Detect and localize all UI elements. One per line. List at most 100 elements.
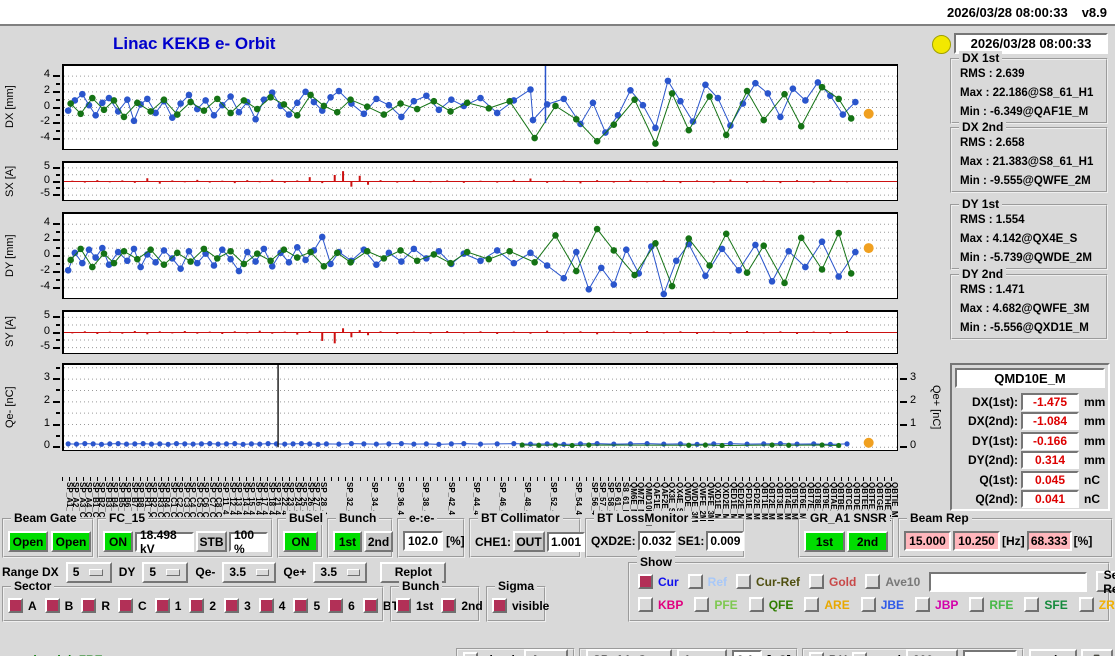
checkbox-indicator[interactable]	[441, 598, 456, 613]
fc15-kv-value: 18.498 kV	[135, 532, 194, 552]
conti-checkbox[interactable]: conti	[852, 652, 901, 656]
checkbox-JBP[interactable]: JBP	[915, 597, 958, 612]
checkbox-QFE[interactable]: QFE	[749, 597, 794, 612]
checkbox-visible[interactable]: visible	[492, 598, 549, 613]
checkbox-SFE[interactable]: SFE	[1024, 597, 1067, 612]
bunch-1st-button[interactable]: 1st	[333, 531, 362, 552]
checkbox-indicator[interactable]	[852, 652, 867, 656]
checkbox-indicator[interactable]	[1024, 597, 1039, 612]
group-title: Bunch	[336, 511, 379, 525]
checkbox-4[interactable]: 4	[259, 598, 286, 613]
monitor-value: 0.314	[1021, 451, 1079, 469]
range-qep-select[interactable]: 3.5	[313, 562, 367, 583]
checkbox-indicator[interactable]	[224, 598, 239, 613]
snsr-1st-button[interactable]: 1st	[804, 531, 845, 552]
sector-a-select[interactable]: A	[524, 649, 568, 656]
checkbox-JBE[interactable]: JBE	[861, 597, 904, 612]
min-value: -9.555@QWFE_2M	[990, 175, 1091, 187]
ref-name-input[interactable]	[929, 572, 1087, 592]
chg-th-checkbox[interactable]: chg th	[463, 652, 519, 656]
checkbox-KBP[interactable]: KBP	[638, 597, 683, 612]
checkbox-indicator[interactable]	[861, 597, 876, 612]
checkbox-1st[interactable]: 1st	[396, 598, 433, 613]
checkbox-indicator[interactable]	[809, 652, 824, 656]
checkbox-2[interactable]: 2	[189, 598, 216, 613]
checkbox-3[interactable]: 3	[224, 598, 251, 613]
checkbox-indicator[interactable]	[463, 652, 478, 656]
checkbox-Gold[interactable]: Gold	[809, 574, 856, 589]
bunch-1st-select[interactable]: 1st	[677, 649, 727, 656]
checkbox-indicator[interactable]	[694, 597, 709, 612]
checkbox-indicator[interactable]	[259, 598, 274, 613]
range-qem-select[interactable]: 3.5	[222, 562, 276, 583]
max-label: Max :	[960, 156, 989, 168]
checkbox-2nd[interactable]: 2nd	[441, 598, 482, 613]
y-tick-label: -5	[40, 187, 50, 199]
checkbox-indicator[interactable]	[155, 598, 170, 613]
monitor-unit: nC	[1084, 473, 1100, 487]
checkbox-Ref[interactable]: Ref	[688, 574, 727, 589]
checkbox-Cur-Ref[interactable]: Cur-Ref	[736, 574, 800, 589]
checkbox-indicator[interactable]	[865, 574, 880, 589]
checkbox-indicator[interactable]	[809, 574, 824, 589]
checkbox-RFE[interactable]: RFE	[969, 597, 1013, 612]
checkbox-indicator[interactable]	[189, 598, 204, 613]
checkbox-PFE[interactable]: PFE	[694, 597, 737, 612]
checkbox-B[interactable]: B	[45, 598, 74, 613]
checkbox-indicator[interactable]	[915, 597, 930, 612]
checkbox-indicator[interactable]	[293, 598, 308, 613]
busel-on-button[interactable]: ON	[283, 531, 318, 552]
checkbox-indicator[interactable]	[8, 598, 23, 613]
range-dx-select[interactable]: 5	[66, 562, 112, 583]
checkbox-Cur[interactable]: Cur	[638, 574, 679, 589]
extra-input[interactable]	[963, 650, 1017, 656]
sp-select[interactable]: SP_A1_G	[586, 649, 672, 656]
screenshot-button[interactable]	[1081, 649, 1113, 656]
fc15-on-button[interactable]: ON	[103, 531, 133, 552]
app-window: 2026/03/28 08:00:33 v8.9 Linac KEKB e- O…	[0, 0, 1115, 656]
checkbox-indicator[interactable]	[638, 574, 653, 589]
resize-button[interactable]: resize	[1029, 649, 1077, 656]
checkbox-ARE[interactable]: ARE	[804, 597, 849, 612]
threshold-input[interactable]	[732, 650, 762, 656]
checkbox-indicator[interactable]	[638, 597, 653, 612]
checkbox-6[interactable]: 6	[328, 598, 355, 613]
y-tick-label: 1	[44, 417, 50, 429]
checkbox-R[interactable]: R	[81, 598, 110, 613]
che1-out-button[interactable]: OUT	[513, 531, 545, 552]
set-ref-button[interactable]: Set Ref	[1096, 571, 1115, 592]
checkbox-ZRE[interactable]: ZRE	[1079, 597, 1115, 612]
count-select[interactable]: 300	[906, 649, 958, 656]
qxd2e-value: 0.032	[638, 531, 676, 551]
snsr-2nd-button[interactable]: 2nd	[847, 531, 888, 552]
checkbox-indicator[interactable]	[45, 598, 60, 613]
checkbox-indicator[interactable]	[688, 574, 703, 589]
bunch-2nd-button[interactable]: 2nd	[364, 531, 393, 552]
fc15-stb-button[interactable]: STB	[196, 531, 227, 552]
checkbox-1[interactable]: 1	[155, 598, 182, 613]
range-dy-select[interactable]: 5	[142, 562, 188, 583]
stats-title: DY 2nd	[959, 267, 1006, 281]
min-value: -5.739@QWDE_2M	[990, 252, 1092, 264]
checkbox-indicator[interactable]	[118, 598, 133, 613]
checkbox-indicator[interactable]	[749, 597, 764, 612]
checkbox-5[interactable]: 5	[293, 598, 320, 613]
checkbox-indicator[interactable]	[804, 597, 819, 612]
checkbox-indicator[interactable]	[492, 598, 507, 613]
beam-gate-open-button-1[interactable]: Open	[8, 531, 48, 552]
checkbox-indicator[interactable]	[363, 598, 378, 613]
monitor-rows: DX(1st):-1.475mm DX(2nd):-1.084mm DY(1st…	[954, 392, 1106, 509]
checkbox-indicator[interactable]	[81, 598, 96, 613]
beam-gate-open-button-2[interactable]: Open	[51, 531, 91, 552]
checkbox-A[interactable]: A	[8, 598, 37, 613]
checkbox-indicator[interactable]	[969, 597, 984, 612]
checkbox-Ave10[interactable]: Ave10	[865, 574, 920, 589]
checkbox-indicator[interactable]	[1079, 597, 1094, 612]
bpm-label: SP_28_4	[319, 482, 328, 515]
checkbox-indicator[interactable]	[396, 598, 411, 613]
checkbox-C[interactable]: C	[118, 598, 147, 613]
checkbox-indicator[interactable]	[736, 574, 751, 589]
checkbox-indicator[interactable]	[328, 598, 343, 613]
group-title: BT Collimator	[478, 511, 563, 525]
ph-checkbox[interactable]: P.H	[809, 652, 847, 656]
